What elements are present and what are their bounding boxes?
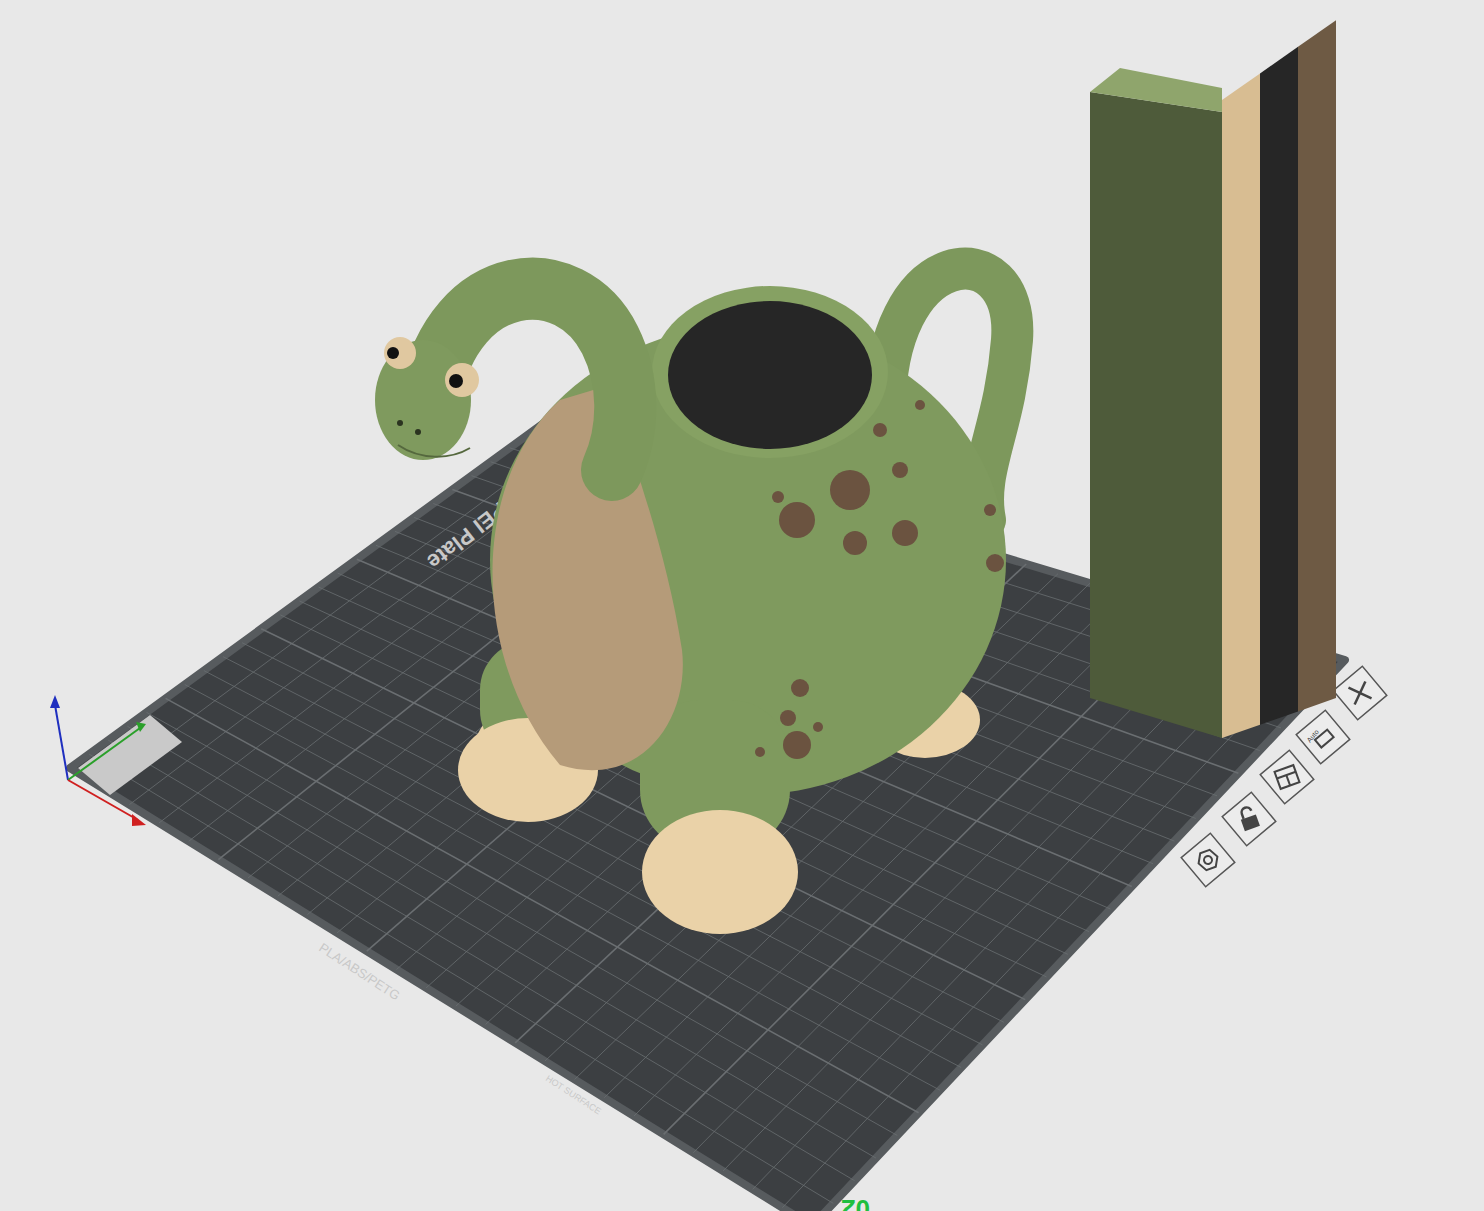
- arrange-button[interactable]: [1260, 750, 1314, 804]
- spot: [780, 710, 796, 726]
- close-icon: [1348, 681, 1371, 704]
- svg-text:Auto: Auto: [1305, 728, 1320, 744]
- dinosaur-mug[interactable]: [375, 269, 1012, 934]
- 3d-viewport[interactable]: ed PEI PlatePLA/ABS/PETGHOT SURFACE02Aut…: [0, 0, 1484, 1211]
- spot: [843, 531, 867, 555]
- close-button[interactable]: [1333, 666, 1387, 720]
- axes-icon: [50, 695, 146, 826]
- spot: [892, 520, 918, 546]
- spot: [986, 554, 1004, 572]
- spot: [791, 679, 809, 697]
- prime-tower[interactable]: [1090, 20, 1336, 738]
- spot: [772, 491, 784, 503]
- spot: [892, 462, 908, 478]
- plate-material: PLA/ABS/PETG: [316, 940, 402, 1003]
- lock-icon: [1237, 805, 1260, 831]
- tower-stripe: [1298, 20, 1336, 711]
- spot: [813, 722, 823, 732]
- spot: [984, 504, 996, 516]
- origin-tile: [78, 715, 182, 795]
- plate-warning: HOT SURFACE: [544, 1073, 603, 1116]
- spot: [779, 502, 815, 538]
- settings-icon: [1196, 848, 1221, 872]
- spot: [783, 731, 811, 759]
- spot: [755, 747, 765, 757]
- mug-opening: [668, 301, 872, 449]
- spot: [915, 400, 925, 410]
- tower-stripe: [1260, 47, 1298, 725]
- settings-button[interactable]: [1181, 833, 1235, 887]
- app: ed PEI PlatePLA/ABS/PETGHOT SURFACE02Aut…: [0, 0, 1484, 1211]
- spot: [830, 470, 870, 510]
- auto-orient-icon: Auto: [1303, 723, 1336, 752]
- spot: [873, 423, 887, 437]
- lock-button[interactable]: [1222, 792, 1276, 846]
- grid-line: [89, 754, 833, 1203]
- arrange-icon: [1275, 765, 1300, 789]
- auto-orient-button[interactable]: Auto: [1296, 710, 1350, 764]
- tower-stripe: [1222, 73, 1260, 738]
- plate-number: 02: [841, 1194, 870, 1211]
